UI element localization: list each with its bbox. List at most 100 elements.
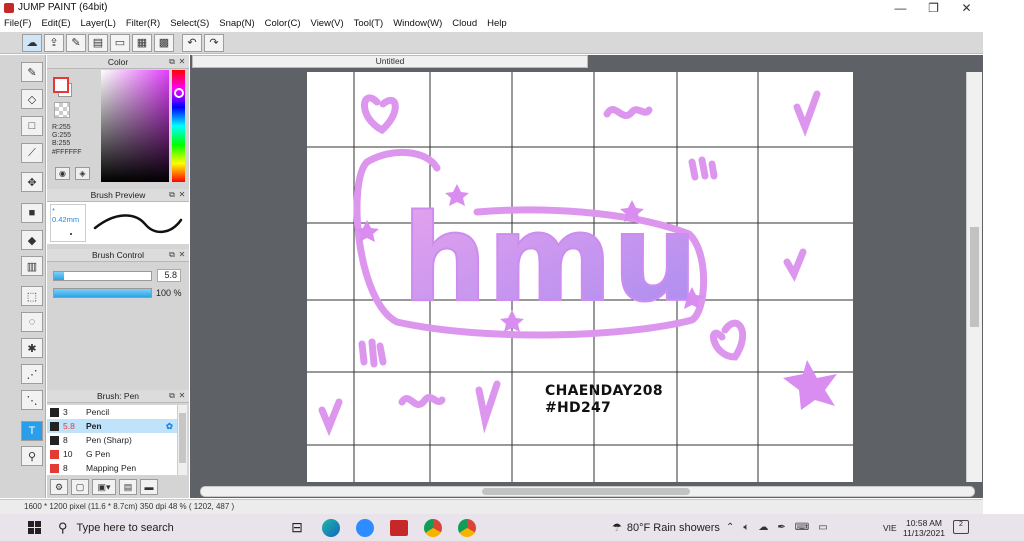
move-tool-icon[interactable]: ✥ (21, 172, 43, 192)
vertical-scrollbar[interactable] (966, 72, 982, 482)
new-brush-icon[interactable]: ▢ (71, 479, 89, 495)
jump-paint-app-icon[interactable] (382, 514, 416, 541)
undo-icon[interactable]: ↶ (182, 33, 202, 52)
brush-item-mapping-pen[interactable]: 8 Mapping Pen (47, 461, 177, 475)
brush-item-g-pen[interactable]: 10 G Pen (47, 447, 177, 461)
chrome-icon[interactable] (416, 514, 450, 541)
brush-item-name: Mapping Pen (86, 463, 137, 473)
language-indicator[interactable]: VIE (883, 523, 897, 533)
artwork-caption: CHAENDAY208 #HD247 (545, 383, 663, 417)
menu-snap[interactable]: Snap(N) (219, 18, 254, 29)
color-mode-icon[interactable]: ◈ (75, 167, 90, 180)
hue-handle[interactable] (174, 88, 184, 98)
lasso-tool-icon[interactable]: ◌ (21, 312, 43, 332)
menu-select[interactable]: Select(S) (170, 18, 209, 29)
eraser-tool-icon[interactable]: ◇ (21, 89, 43, 109)
fill-rect-tool-icon[interactable]: ■ (21, 203, 43, 223)
magic-wand-tool-icon[interactable]: ✱ (21, 338, 43, 358)
chevron-up-icon[interactable]: ⌃ (726, 522, 734, 533)
brush-item-pen[interactable]: 5.8 Pen ✿ (47, 419, 177, 433)
brush-item-pencil[interactable]: 3 Pencil (47, 405, 177, 419)
menu-layer[interactable]: Layer(L) (81, 18, 116, 29)
text-tool-icon[interactable]: T (21, 421, 43, 441)
brush-opacity-value: 100 % (156, 288, 182, 298)
comment-icon[interactable]: ✎ (66, 33, 86, 52)
minimize-button[interactable]: — (884, 0, 917, 15)
pen-icon[interactable]: ✒ (777, 522, 785, 533)
display-icon[interactable]: ▭ (818, 522, 827, 533)
scroll-thumb[interactable] (179, 413, 186, 463)
horizontal-scroll-thumb[interactable] (482, 488, 690, 495)
notification-icon[interactable]: 2 (953, 520, 969, 534)
close-icon[interactable]: ✕ (177, 57, 187, 67)
zoom-app-icon[interactable] (348, 514, 382, 541)
brush-list-buttons: ⚙ ▢ ▣▾ ▤ ▬ (47, 477, 189, 497)
menu-help[interactable]: Help (487, 18, 507, 29)
menu-color[interactable]: Color(C) (265, 18, 301, 29)
bucket-tool-icon[interactable]: ◆ (21, 230, 43, 250)
close-icon[interactable]: ✕ (177, 391, 187, 401)
transparent-swatch[interactable] (54, 102, 70, 118)
brush-size-value[interactable]: 5.8 (157, 269, 181, 282)
popout-icon[interactable]: ⧉ (167, 190, 177, 200)
select-pen-tool-icon[interactable]: ⋰ (21, 364, 43, 384)
select-rect-tool-icon[interactable]: ⬚ (21, 286, 43, 306)
menu-view[interactable]: View(V) (311, 18, 344, 29)
line-tool-icon[interactable]: ⟋ (21, 143, 43, 163)
close-button[interactable]: ✕ (950, 0, 983, 15)
brush-item-pen-sharp[interactable]: 8 Pen (Sharp) (47, 433, 177, 447)
grid-icon[interactable]: ▩ (154, 33, 174, 52)
speech-icon[interactable]: ▤ (88, 33, 108, 52)
document-tab[interactable]: Untitled (192, 55, 588, 68)
settings-gear-icon[interactable]: ✿ (166, 421, 173, 432)
brush-size-slider[interactable] (53, 271, 152, 281)
menu-filter[interactable]: Filter(R) (126, 18, 160, 29)
popout-icon[interactable]: ⧉ (167, 57, 177, 67)
close-icon[interactable]: ✕ (177, 250, 187, 260)
gradient-tool-icon[interactable]: ▥ (21, 256, 43, 276)
select-eraser-tool-icon[interactable]: ⋱ (21, 390, 43, 410)
weather-widget[interactable]: ☂ 80°F Rain showers (612, 514, 720, 541)
export-icon[interactable]: ⇪ (44, 33, 64, 52)
horizontal-scrollbar[interactable] (200, 486, 975, 497)
copy-brush-icon[interactable]: ▣▾ (92, 479, 116, 495)
eyedropper-icon[interactable]: ◉ (55, 167, 70, 180)
brush-opacity-slider[interactable] (53, 288, 152, 298)
drawing-canvas[interactable]: hmu CHAENDAY208 #HD247 (307, 72, 853, 482)
chrome-profile-icon[interactable] (450, 514, 484, 541)
brush-folder-icon[interactable]: ▬ (140, 479, 158, 495)
zoom-tool-icon[interactable]: ⚲ (21, 446, 43, 466)
brush-settings-icon[interactable]: ⚙ (50, 479, 68, 495)
menu-tool[interactable]: Tool(T) (354, 18, 384, 29)
edge-browser-icon[interactable] (314, 514, 348, 541)
menu-file[interactable]: File(F) (4, 18, 31, 29)
page-icon[interactable]: ▭ (110, 33, 130, 52)
menu-edit[interactable]: Edit(E) (41, 18, 70, 29)
restore-button[interactable]: ❐ (917, 0, 950, 15)
volume-icon[interactable]: 🔈︎ (743, 522, 749, 533)
pages-icon[interactable]: ▦ (132, 33, 152, 52)
task-view-icon[interactable]: ⊟ (280, 514, 314, 541)
brush-item-size: 5.8 (63, 421, 75, 431)
popout-icon[interactable]: ⧉ (167, 250, 177, 260)
brush-list-scrollbar[interactable] (177, 405, 187, 475)
windows-start-icon[interactable] (18, 514, 50, 541)
clock[interactable]: 10:58 AM 11/13/2021 (899, 518, 949, 538)
keyboard-icon[interactable]: ⌨ (795, 522, 809, 533)
saturation-picker[interactable] (101, 70, 169, 182)
blue-value: B:255 (52, 140, 71, 147)
close-icon[interactable]: ✕ (177, 190, 187, 200)
brush-file-icon[interactable]: ▤ (119, 479, 137, 495)
popout-icon[interactable]: ⧉ (167, 391, 177, 401)
menu-window[interactable]: Window(W) (393, 18, 442, 29)
vertical-scroll-thumb[interactable] (970, 227, 979, 327)
redo-icon[interactable]: ↷ (204, 33, 224, 52)
rectangle-tool-icon[interactable]: □ (21, 116, 43, 136)
foreground-color-swatch[interactable] (53, 77, 69, 93)
cloud-icon[interactable]: ☁ (22, 33, 42, 52)
brush-tool-icon[interactable]: ✎ (21, 62, 43, 82)
menu-cloud[interactable]: Cloud (452, 18, 477, 29)
cloud-sync-icon[interactable]: ☁ (758, 522, 768, 533)
taskbar-search[interactable]: ⚲ Type here to search (50, 514, 280, 541)
hue-slider[interactable] (172, 70, 185, 182)
